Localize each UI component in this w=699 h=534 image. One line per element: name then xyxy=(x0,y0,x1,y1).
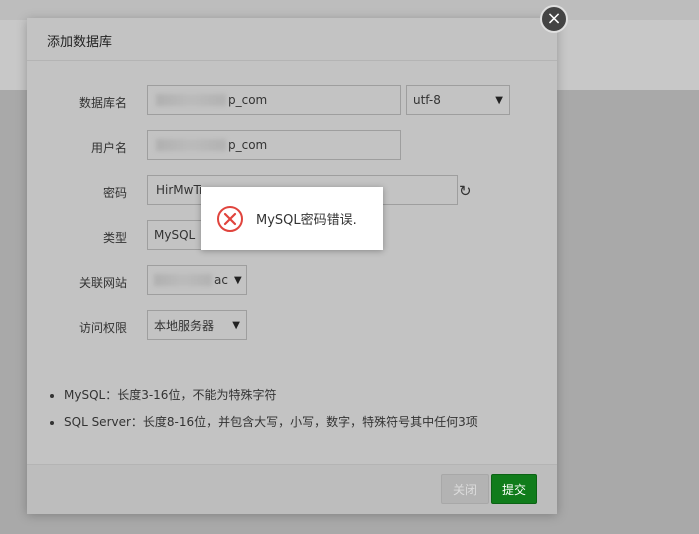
chevron-down-icon: ▼ xyxy=(495,94,503,106)
db-name-input[interactable]: p_com xyxy=(147,85,401,115)
chevron-down-icon: ▼ xyxy=(232,319,240,331)
add-database-dialog: 添加数据库 数据库名 p_com utf-8 ▼ 用户名 p_com 密码 Hi… xyxy=(27,18,557,514)
toast-message: MySQL密码错误. xyxy=(256,213,357,228)
access-label: 访问权限 xyxy=(78,321,127,335)
site-value: ac xyxy=(214,273,228,287)
close-button[interactable]: 关闭 xyxy=(441,474,489,504)
error-icon xyxy=(217,205,243,232)
password-rules: MySQL：长度3-16位，不能为特殊字符 SQL Server：长度8-16位… xyxy=(47,386,478,440)
password-value: HirMwTr xyxy=(156,183,204,197)
type-value: MySQL xyxy=(154,228,196,242)
dialog-title: 添加数据库 xyxy=(47,35,113,50)
submit-button[interactable]: 提交 xyxy=(491,474,537,504)
rule-mysql: MySQL：长度3-16位，不能为特殊字符 xyxy=(64,386,478,403)
access-select[interactable]: 本地服务器 ▼ xyxy=(147,310,247,340)
site-label: 关联网站 xyxy=(78,276,127,290)
db-name-label: 数据库名 xyxy=(78,96,127,110)
username-label: 用户名 xyxy=(90,141,127,155)
dialog-header: 添加数据库 xyxy=(27,18,557,61)
redacted-text xyxy=(154,274,212,286)
redacted-text xyxy=(156,94,226,106)
error-toast: MySQL密码错误. xyxy=(201,187,383,250)
password-label: 密码 xyxy=(102,186,127,200)
chevron-down-icon: ▼ xyxy=(233,274,242,286)
rule-sqlserver: SQL Server：长度8-16位，并包含大写，小写，数字，特殊符号其中任何3… xyxy=(64,413,478,430)
db-name-value: p_com xyxy=(228,93,268,107)
site-select[interactable]: ac ▼ xyxy=(147,265,247,295)
close-icon[interactable]: × xyxy=(540,5,568,33)
charset-select[interactable]: utf-8 ▼ xyxy=(406,85,510,115)
dialog-footer: 关闭 提交 xyxy=(27,464,557,514)
charset-value: utf-8 xyxy=(413,93,441,107)
username-input[interactable]: p_com xyxy=(147,130,401,160)
access-value: 本地服务器 xyxy=(154,318,215,333)
refresh-icon[interactable]: ↻ xyxy=(459,182,472,200)
type-label: 类型 xyxy=(102,231,127,245)
background-header-strip xyxy=(0,0,699,20)
redacted-text xyxy=(156,139,226,151)
username-value: p_com xyxy=(228,138,268,152)
